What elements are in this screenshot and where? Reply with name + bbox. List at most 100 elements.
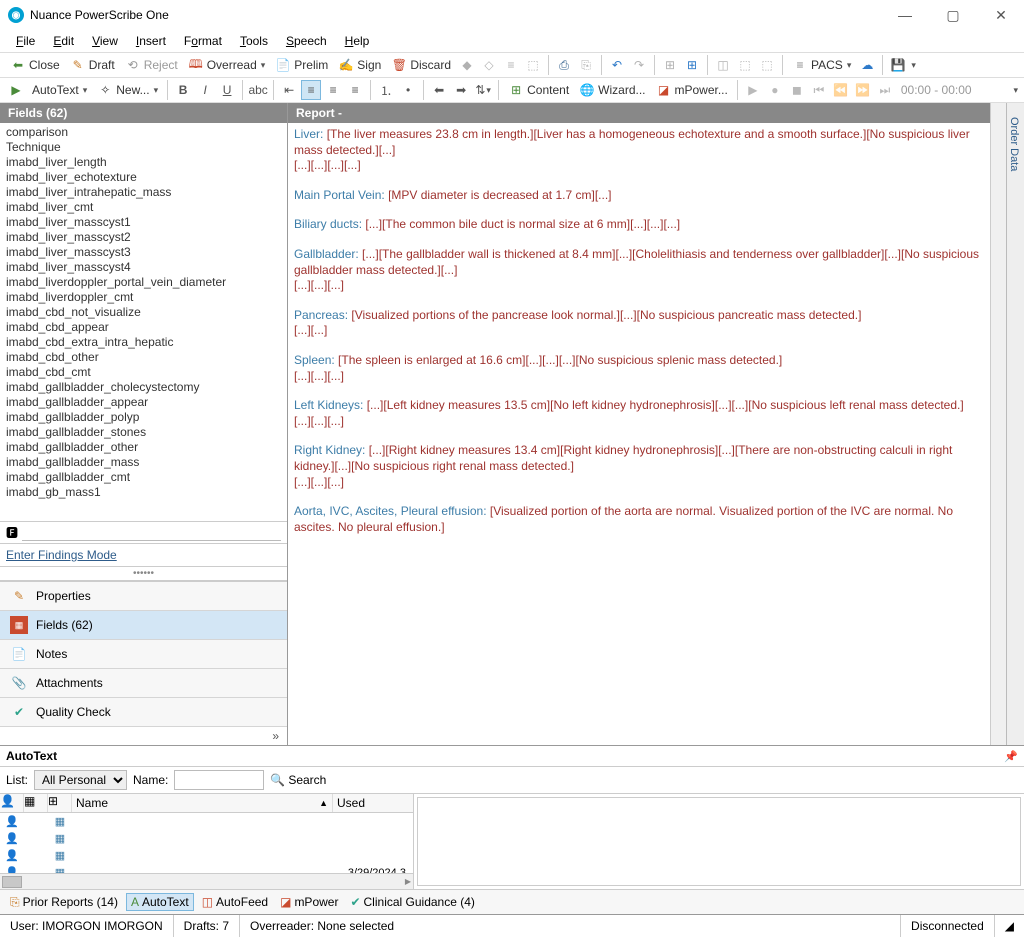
- tool-icon-3[interactable]: ≡: [501, 55, 521, 75]
- discard-button[interactable]: 🗑Discard: [387, 55, 455, 75]
- new-button[interactable]: ✧New...▾: [93, 80, 162, 100]
- report-body[interactable]: Liver: [The liver measures 23.8 cm in le…: [288, 123, 990, 745]
- align-left-button[interactable]: ≡: [301, 80, 321, 100]
- outdent-button[interactable]: ⇤: [279, 80, 299, 100]
- status-resize-grip[interactable]: ◢: [995, 915, 1024, 937]
- close-button[interactable]: ⬅Close: [6, 55, 64, 75]
- menu-speech[interactable]: Speech: [278, 32, 335, 50]
- section-trail[interactable]: [...][...][...]: [294, 475, 984, 491]
- underline-button[interactable]: U: [217, 80, 237, 100]
- numbered-list-button[interactable]: ⒈: [376, 80, 396, 100]
- field-item[interactable]: imabd_gallbladder_cholecystectomy: [6, 380, 281, 395]
- autotext-button[interactable]: AutoText▾: [28, 81, 91, 99]
- pin-icon[interactable]: 📌: [1004, 750, 1018, 763]
- redo-button[interactable]: ↷: [629, 55, 649, 75]
- bullet-list-button[interactable]: •: [398, 80, 418, 100]
- field-item[interactable]: imabd_gallbladder_stones: [6, 425, 281, 440]
- field-item[interactable]: imabd_liverdoppler_cmt: [6, 290, 281, 305]
- accordion-fields[interactable]: ▦Fields (62): [0, 611, 287, 640]
- field-item[interactable]: imabd_liver_masscyst2: [6, 230, 281, 245]
- menu-format[interactable]: Format: [176, 32, 230, 50]
- menu-file[interactable]: File: [8, 32, 43, 50]
- field-item[interactable]: imabd_liver_length: [6, 155, 281, 170]
- media-stop-icon[interactable]: ◼: [787, 80, 807, 100]
- col-icon-2[interactable]: ▦: [24, 794, 48, 812]
- field-item[interactable]: imabd_gallbladder_appear: [6, 395, 281, 410]
- align-right-button[interactable]: ≡: [345, 80, 365, 100]
- accordion-attachments[interactable]: 📎Attachments: [0, 669, 287, 698]
- menu-insert[interactable]: Insert: [128, 32, 174, 50]
- section-text[interactable]: [...][The gallbladder wall is thickened …: [294, 247, 979, 277]
- accordion-expander[interactable]: »: [0, 727, 287, 745]
- field-item[interactable]: comparison: [6, 125, 281, 140]
- col-icon-3[interactable]: ⊞: [48, 794, 72, 812]
- report-scrollbar[interactable]: [990, 103, 1006, 745]
- reject-button[interactable]: ⟲Reject: [121, 55, 182, 75]
- autotext-row[interactable]: 👤▦: [0, 830, 413, 847]
- field-item[interactable]: imabd_gallbladder_mass: [6, 455, 281, 470]
- list-select[interactable]: All Personal: [34, 770, 127, 790]
- undo-button[interactable]: ↶: [607, 55, 627, 75]
- field-item[interactable]: imabd_liverdoppler_portal_vein_diameter: [6, 275, 281, 290]
- field-item[interactable]: imabd_liver_echotexture: [6, 170, 281, 185]
- col-icon-1[interactable]: 👤: [0, 794, 24, 812]
- section-trail[interactable]: [...][...][...]: [294, 369, 984, 385]
- accordion-quality[interactable]: ✔Quality Check: [0, 698, 287, 727]
- bold-button[interactable]: B: [173, 80, 193, 100]
- field-item[interactable]: imabd_gallbladder_other: [6, 440, 281, 455]
- tab-autofeed[interactable]: ◫AutoFeed: [198, 893, 272, 911]
- indent-dec-button[interactable]: ⬅: [429, 80, 449, 100]
- fields-search-input[interactable]: [22, 524, 281, 541]
- accordion-properties[interactable]: ✎Properties: [0, 582, 287, 611]
- autotext-row[interactable]: 👤▦: [0, 813, 413, 830]
- tool-icon-6[interactable]: ⎘: [576, 55, 596, 75]
- splitter-handle[interactable]: ••••••: [0, 567, 287, 581]
- tool-icon-4[interactable]: ⬚: [523, 55, 543, 75]
- grid-body[interactable]: 👤▦👤▦👤▦👤▦3/29/2024 3.👤▦: [0, 813, 413, 873]
- section-trail[interactable]: [...][...][...]: [294, 278, 984, 294]
- col-name[interactable]: Name▲: [72, 794, 333, 812]
- field-item[interactable]: imabd_liver_masscyst1: [6, 215, 281, 230]
- field-item[interactable]: imabd_liver_cmt: [6, 200, 281, 215]
- media-rec-icon[interactable]: ●: [765, 80, 785, 100]
- section-text[interactable]: [...][Left kidney measures 13.5 cm][No l…: [367, 398, 964, 412]
- section-text[interactable]: [The spleen is enlarged at 16.6 cm][...]…: [338, 353, 782, 367]
- section-text[interactable]: [Visualized portions of the pancrease lo…: [351, 308, 861, 322]
- italic-button[interactable]: I: [195, 80, 215, 100]
- mpower-button[interactable]: ◪mPower...: [652, 80, 732, 100]
- field-item[interactable]: imabd_gallbladder_cmt: [6, 470, 281, 485]
- section-text[interactable]: [The liver measures 23.8 cm in length.][…: [294, 127, 970, 157]
- section-text[interactable]: [...][The common bile duct is normal siz…: [365, 217, 680, 231]
- field-item[interactable]: imabd_liver_intrahepatic_mass: [6, 185, 281, 200]
- tab-clinical-guidance[interactable]: ✔Clinical Guidance (4): [346, 893, 478, 911]
- media-prev-icon[interactable]: ▶: [743, 80, 763, 100]
- minimize-button[interactable]: —: [890, 7, 920, 24]
- tool-icon-9[interactable]: ⬚: [757, 55, 777, 75]
- media-ff-icon[interactable]: ⏩: [853, 80, 873, 100]
- menu-tools[interactable]: Tools: [232, 32, 276, 50]
- grid-scrollbar-h[interactable]: [0, 873, 413, 889]
- media-last-icon[interactable]: ⏭: [875, 80, 895, 100]
- field-item[interactable]: imabd_cbd_other: [6, 350, 281, 365]
- media-rew-icon[interactable]: ⏪: [831, 80, 851, 100]
- fields-list[interactable]: comparisonTechniqueimabd_liver_lengthima…: [0, 123, 287, 521]
- name-input[interactable]: [174, 770, 264, 790]
- line-spacing-button[interactable]: ⇅▾: [473, 80, 493, 100]
- autotext-row[interactable]: 👤▦: [0, 847, 413, 864]
- tool-grid-active-icon[interactable]: ⊞: [682, 55, 702, 75]
- overread-button[interactable]: 🕮Overread▾: [184, 55, 270, 75]
- tool-icon-1[interactable]: ◆: [457, 55, 477, 75]
- field-item[interactable]: imabd_gb_mass1: [6, 485, 281, 500]
- field-item[interactable]: imabd_cbd_extra_intra_hepatic: [6, 335, 281, 350]
- menu-help[interactable]: Help: [337, 32, 378, 50]
- menu-edit[interactable]: Edit: [45, 32, 82, 50]
- tab-prior-reports[interactable]: ⎘Prior Reports (14): [6, 893, 122, 911]
- pacs-button[interactable]: ≡PACS▾: [788, 55, 855, 75]
- indent-inc-button[interactable]: ➡: [451, 80, 471, 100]
- section-text[interactable]: [...][Right kidney measures 13.4 cm][Rig…: [294, 443, 952, 473]
- tool-sheet-icon[interactable]: ⊞: [660, 55, 680, 75]
- search-button[interactable]: 🔍Search: [270, 773, 326, 787]
- field-item[interactable]: imabd_gallbladder_polyp: [6, 410, 281, 425]
- autotext-row[interactable]: 👤▦3/29/2024 3.: [0, 864, 413, 873]
- maximize-button[interactable]: ▢: [938, 7, 968, 24]
